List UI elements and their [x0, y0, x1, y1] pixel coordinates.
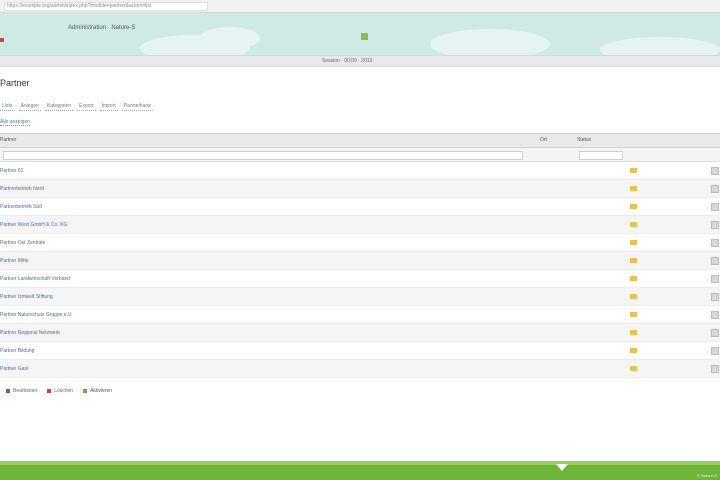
partner-table: Partner Ort Status Partner 01 Partnerbet…: [0, 133, 720, 378]
site-title: Administration · Nature-S: [68, 25, 136, 31]
tab-anlegen[interactable]: Anlegen: [18, 102, 41, 111]
table-row[interactable]: Partner West GmbH & Co. KG: [0, 216, 720, 234]
check-icon: [83, 389, 88, 393]
table-row[interactable]: Partner 01: [0, 162, 720, 180]
edit-icon[interactable]: [711, 203, 719, 211]
status-strip: Session · 00:00 · 2013: [0, 55, 720, 67]
edit-icon[interactable]: [711, 221, 719, 229]
partner-link[interactable]: Partner West GmbH & Co. KG: [0, 222, 67, 228]
partner-link[interactable]: Partner Umwelt Stiftung: [0, 294, 53, 300]
mail-icon[interactable]: [630, 258, 637, 263]
edit-icon[interactable]: [711, 257, 719, 265]
table-row[interactable]: Partner Ost Zentrale: [0, 234, 720, 252]
tab-liste[interactable]: Liste: [0, 102, 15, 111]
partner-link[interactable]: Partner Gast: [0, 366, 28, 372]
edit-icon[interactable]: [711, 347, 719, 355]
edit-label: Bearbeiten: [13, 388, 38, 394]
partner-link[interactable]: Partner Regional Netzwerk: [0, 330, 60, 336]
mail-icon[interactable]: [630, 348, 637, 353]
mail-icon[interactable]: [630, 366, 637, 371]
tab-partnerkarte[interactable]: Partnerkarte: [121, 102, 154, 111]
edit-icon[interactable]: [711, 239, 719, 247]
mail-icon[interactable]: [630, 276, 637, 281]
delete-button[interactable]: Löschen: [47, 388, 73, 394]
pencil-icon: [6, 389, 10, 393]
tab-kategorien[interactable]: Kategorien: [44, 102, 74, 111]
edit-icon[interactable]: [711, 329, 719, 337]
show-all-link[interactable]: Alle anzeigen: [0, 119, 31, 126]
delete-label: Löschen: [54, 388, 74, 394]
partner-link[interactable]: Partnerbetrieb Nord: [0, 186, 44, 192]
table-row[interactable]: Partner Bildung: [0, 342, 720, 360]
table-row[interactable]: Partner Umwelt Stiftung: [0, 288, 720, 306]
activate-button[interactable]: Aktivieren: [83, 388, 112, 394]
column-header-status[interactable]: Status: [577, 137, 591, 143]
filter-row: [0, 148, 720, 162]
logo-mark-icon: [0, 38, 4, 42]
table-row[interactable]: Partner Mitte: [0, 252, 720, 270]
delete-icon: [47, 389, 52, 393]
table-row[interactable]: Partner Regional Netzwerk: [0, 324, 720, 342]
tab-bar: Liste Anlegen Kategorien Export Import P…: [0, 102, 154, 111]
footer-arrow-icon: [556, 464, 568, 471]
table-row[interactable]: Partner Naturschutz Gruppe e.V.: [0, 306, 720, 324]
edit-icon[interactable]: [711, 365, 719, 373]
edit-button[interactable]: Bearbeiten: [6, 388, 37, 394]
tab-export[interactable]: Export: [77, 102, 96, 111]
table-header: Partner Ort Status: [0, 133, 720, 148]
browser-address-bar: https://example.org/admin/index.php?modu…: [0, 0, 720, 13]
table-row[interactable]: Partnerbetrieb Nord: [0, 180, 720, 198]
partner-link[interactable]: Partner 01: [0, 168, 23, 174]
footer-copyright: © Nature-S: [696, 473, 717, 478]
partner-link[interactable]: Partner Naturschutz Gruppe e.V.: [0, 312, 72, 318]
table-row[interactable]: Partner Gast: [0, 360, 720, 378]
activate-label: Aktivieren: [90, 388, 113, 394]
name-filter-input[interactable]: [3, 151, 523, 160]
partner-link[interactable]: Partner Ost Zentrale: [0, 240, 45, 246]
status-filter-input[interactable]: [579, 151, 623, 160]
status-text: Session · 00:00 · 2013: [322, 58, 373, 64]
mail-icon[interactable]: [630, 222, 637, 227]
partner-link[interactable]: Partner Bildung: [0, 348, 34, 354]
partner-link[interactable]: Partner Landwirtschaft Verband: [0, 276, 70, 282]
edit-icon[interactable]: [711, 293, 719, 301]
site-banner: Administration · Nature-S: [0, 13, 720, 55]
table-row[interactable]: Partnerbetrieb Süd: [0, 198, 720, 216]
mail-icon[interactable]: [630, 312, 637, 317]
edit-icon[interactable]: [711, 275, 719, 283]
page-title: Partner: [0, 78, 30, 88]
leaf-icon: [361, 33, 368, 40]
mail-icon[interactable]: [630, 204, 637, 209]
mail-icon[interactable]: [630, 168, 637, 173]
edit-icon[interactable]: [711, 185, 719, 193]
partner-link[interactable]: Partner Mitte: [0, 258, 29, 264]
edit-icon[interactable]: [711, 311, 719, 319]
edit-icon[interactable]: [711, 167, 719, 175]
bulk-actions: Bearbeiten Löschen Aktivieren: [6, 388, 112, 394]
site-footer: © Nature-S: [0, 461, 720, 480]
mail-icon[interactable]: [630, 294, 637, 299]
mail-icon[interactable]: [630, 240, 637, 245]
column-header-name[interactable]: Partner: [0, 137, 16, 143]
tab-import[interactable]: Import: [99, 102, 118, 111]
mail-icon[interactable]: [630, 186, 637, 191]
partner-link[interactable]: Partnerbetrieb Süd: [0, 204, 42, 210]
mail-icon[interactable]: [630, 330, 637, 335]
column-header-ort[interactable]: Ort: [540, 137, 547, 143]
table-row[interactable]: Partner Landwirtschaft Verband: [0, 270, 720, 288]
url-input[interactable]: https://example.org/admin/index.php?modu…: [4, 2, 208, 11]
